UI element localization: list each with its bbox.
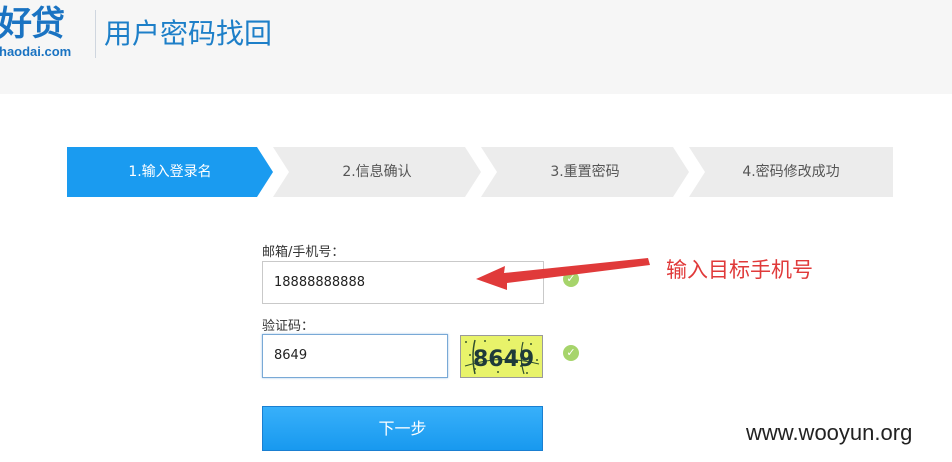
account-input[interactable]: 18888888888 (262, 261, 544, 304)
logo-domain[interactable]: haodai.com (0, 44, 71, 59)
watermark: www.wooyun.org (746, 420, 913, 445)
step-3: 3.重置密码 (481, 147, 689, 197)
captcha-image[interactable]: 8649 (460, 335, 543, 378)
account-valid-check-icon: ✓ (563, 271, 579, 287)
header: 好贷 haodai.com 用户密码找回 (0, 0, 952, 94)
step-4: 4.密码修改成功 (689, 147, 893, 197)
step-1: 1.输入登录名 (67, 147, 273, 197)
header-divider (95, 10, 96, 58)
step-4-label: 4.密码修改成功 (742, 164, 840, 180)
captcha-input[interactable]: 8649 (262, 334, 448, 378)
page-title: 用户密码找回 (104, 17, 273, 50)
step-2: 2.信息确认 (273, 147, 481, 197)
account-label: 邮箱/手机号： (262, 245, 345, 260)
captcha-text: 8649 (473, 347, 534, 372)
captcha-label: 验证码： (262, 319, 315, 334)
next-step-button[interactable]: 下一步 (262, 406, 543, 451)
captcha-graphic: 8649 (461, 336, 542, 377)
progress-steps: 1.输入登录名 2.信息确认 3.重置密码 4.密码修改成功 (67, 147, 893, 197)
step-1-label: 1.输入登录名 (128, 164, 212, 180)
step-2-label: 2.信息确认 (342, 164, 412, 180)
annotation-text: 输入目标手机号 (666, 258, 813, 282)
captcha-valid-check-icon: ✓ (563, 345, 579, 361)
step-3-label: 3.重置密码 (550, 164, 620, 180)
logo-text[interactable]: 好贷 (0, 4, 65, 44)
